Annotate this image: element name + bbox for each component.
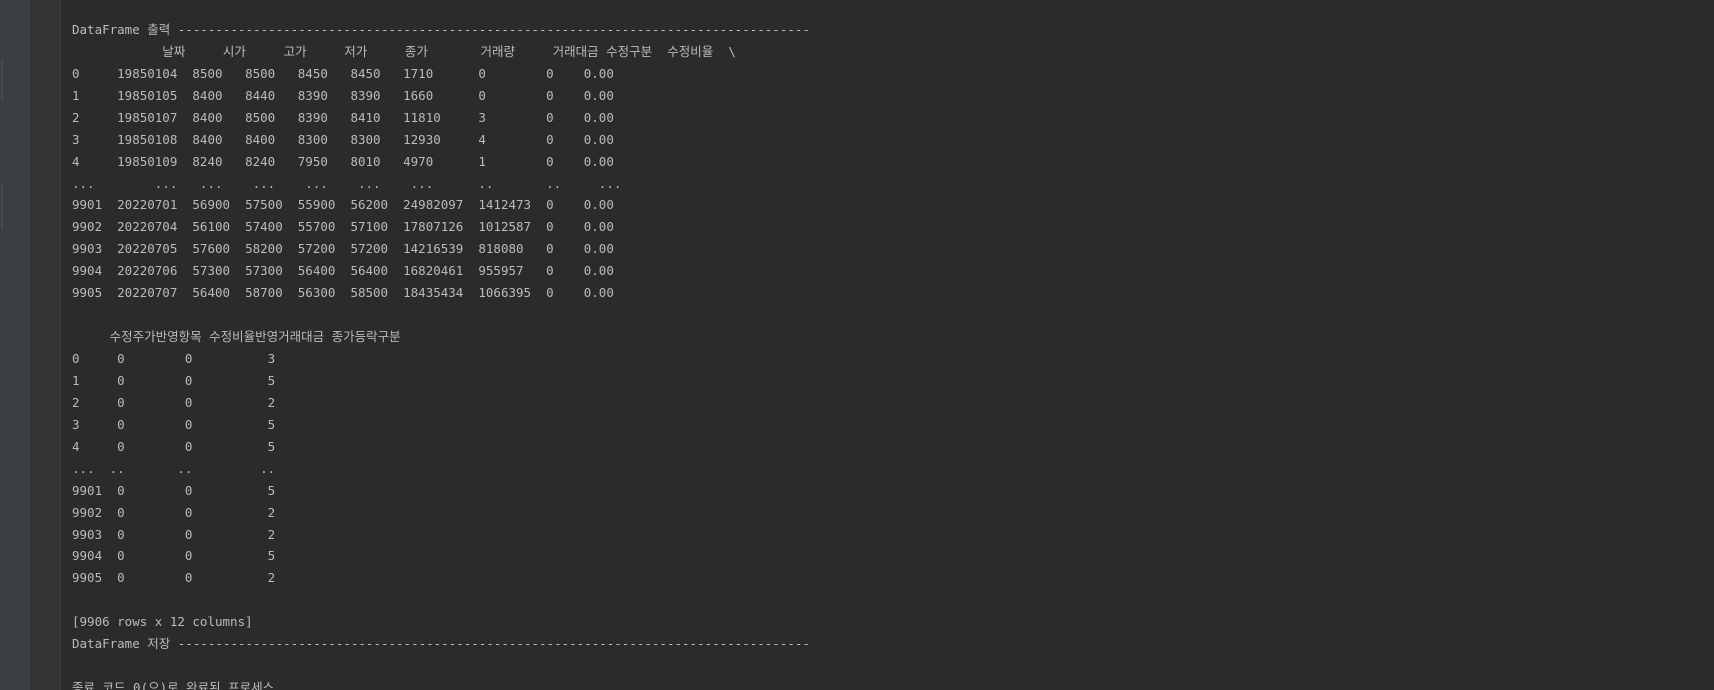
strip-marker: [1, 60, 3, 100]
console-line: DataFrame 저장 ---------------------------…: [72, 636, 810, 652]
console-text: DataFrame 출력 ---------------------------…: [72, 0, 1702, 690]
console-line: 2 19850107 8400 8500 8390 8410 11810 3 0…: [72, 109, 614, 125]
console-line: 9904 0 0 5: [72, 548, 276, 564]
console-line: 0 19850104 8500 8500 8450 8450 1710 0 0 …: [72, 65, 614, 81]
console-line: 9905 20220707 56400 58700 56300 58500 18…: [72, 285, 614, 301]
console-line: DataFrame 출력 ---------------------------…: [72, 21, 810, 37]
console-line: 1 19850105 8400 8440 8390 8390 1660 0 0 …: [72, 87, 614, 103]
console-output[interactable]: DataFrame 출력 ---------------------------…: [72, 0, 1702, 690]
console-line: 수정주가반영항목 수정비율반영거래대금 종가등락구분: [72, 329, 401, 345]
console-gutter: [30, 0, 61, 690]
console-line: 9901 0 0 5: [72, 482, 276, 498]
console-line: ... .. .. ..: [72, 460, 276, 476]
console-line: 9902 0 0 2: [72, 504, 276, 520]
console-line: 4 0 0 5: [72, 438, 276, 454]
console-line: [9906 rows x 12 columns]: [72, 614, 253, 630]
console-line: 0 0 0 3: [72, 351, 276, 366]
console-line: 날짜 시가 고가 저가 종가 거래량 거래대금 수정구분 수정비율 \: [72, 43, 736, 59]
console-line: 4 19850109 8240 8240 7950 8010 4970 1 0 …: [72, 153, 614, 169]
console-line: 9903 0 0 2: [72, 526, 276, 542]
console-line: 9902 20220704 56100 57400 55700 57100 17…: [72, 219, 614, 235]
tool-window-strip[interactable]: [0, 0, 31, 690]
console-line: 9905 0 0 2: [72, 570, 276, 586]
console-line: 9903 20220705 57600 58200 57200 57200 14…: [72, 241, 614, 257]
console-line: 3 19850108 8400 8400 8300 8300 12930 4 0…: [72, 131, 614, 147]
console-line: 종료 코드 0(으)로 완료된 프로세스: [72, 680, 275, 690]
strip-marker: [1, 185, 3, 230]
console-line: 1 0 0 5: [72, 372, 276, 388]
console-line: ... ... ... ... ... ... ... .. .. ...: [72, 175, 622, 191]
console-line: 3 0 0 5: [72, 416, 276, 432]
console-line: 2 0 0 2: [72, 394, 276, 410]
console-line: 9904 20220706 57300 57300 56400 56400 16…: [72, 263, 614, 279]
console-line: 9901 20220701 56900 57500 55900 56200 24…: [72, 197, 614, 213]
run-console-window: DataFrame 출력 ---------------------------…: [0, 0, 1714, 690]
